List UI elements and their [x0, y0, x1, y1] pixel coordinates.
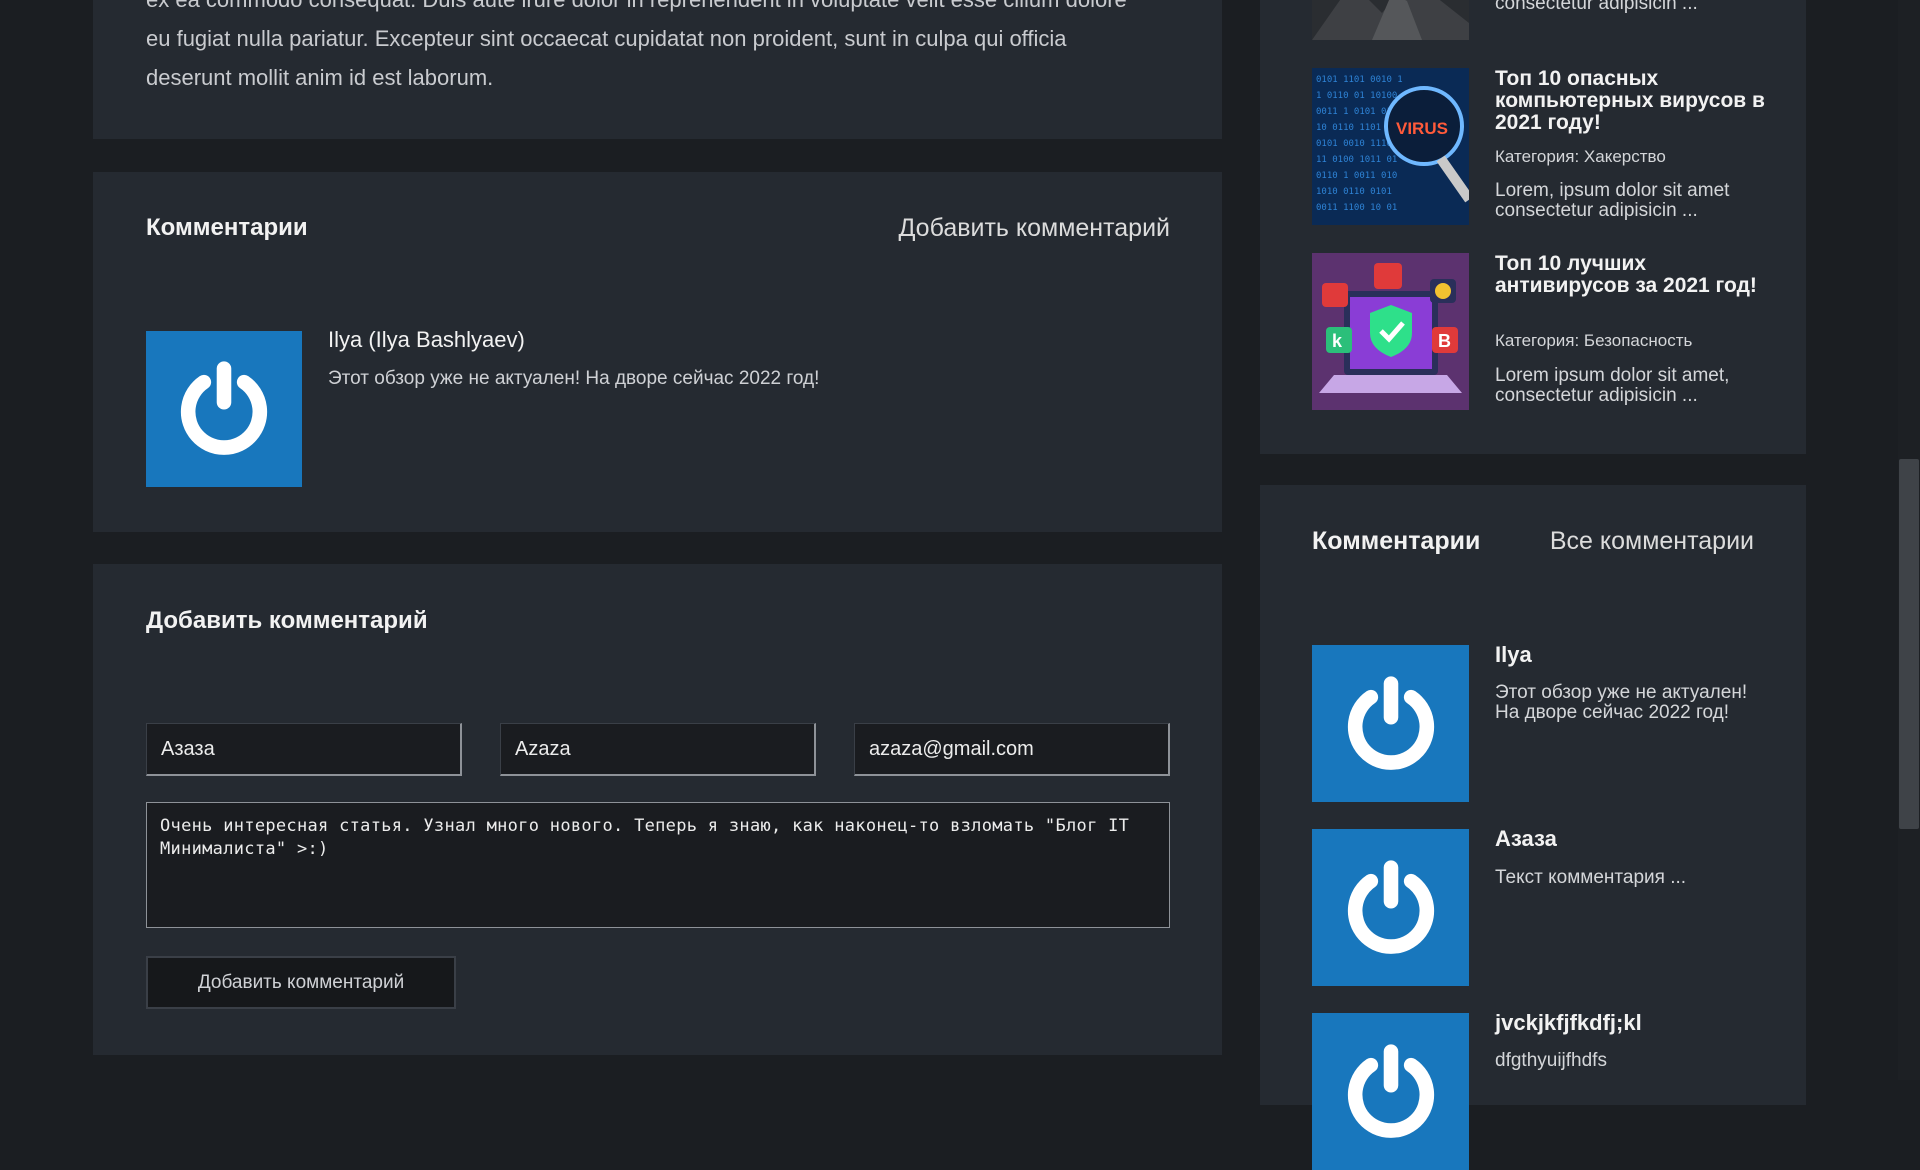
svg-text:0101 0010 1110: 0101 0010 1110	[1316, 139, 1392, 149]
post-excerpt: consectetur adipisicin ...	[1495, 0, 1698, 14]
comment-text: Этот обзор уже не актуален! На дворе сей…	[328, 368, 820, 389]
page-scrollbar-thumb[interactable]	[1899, 459, 1919, 829]
svg-text:B: B	[1438, 331, 1451, 351]
svg-text:1 0110 01 10100: 1 0110 01 10100	[1316, 91, 1397, 101]
article-text-line: ex ea commodo consequat. Duis aute irure…	[146, 0, 1146, 19]
svg-text:0011 1100 10 01: 0011 1100 10 01	[1316, 203, 1397, 213]
login-field[interactable]	[500, 723, 816, 776]
power-icon	[1347, 1043, 1434, 1138]
sidebar-posts-panel: consectetur adipisicin ... 0101 1101 001…	[1260, 0, 1806, 454]
name-field[interactable]	[146, 723, 462, 776]
antivirus-thumbnail: k B	[1312, 253, 1469, 410]
svg-text:0110 1 0011 010: 0110 1 0011 010	[1316, 171, 1397, 181]
sidebar-comment-text: dfgthyuijfhdfs	[1495, 1050, 1607, 1071]
sidebar-comment-text: Этот обзор уже не актуален! На дворе сей…	[1495, 682, 1748, 723]
svg-text:k: k	[1332, 331, 1343, 351]
all-comments-link[interactable]: Все комментарии	[1550, 527, 1754, 556]
comment-textarea[interactable]: Очень интересная статья. Узнал много нов…	[146, 802, 1170, 928]
article-text: ex ea commodo consequat. Duis aute irure…	[146, 0, 1146, 97]
add-comment-form: Добавить комментарий Очень интересная ст…	[93, 564, 1222, 1055]
post-thumbnail[interactable]: 0101 1101 0010 1 1 0110 01 10100 0011 1 …	[1312, 68, 1469, 225]
article-text-line: eu fugiat nulla pariatur. Excepteur sint…	[146, 26, 1067, 51]
submit-comment-button[interactable]: Добавить комментарий	[146, 956, 456, 1009]
sidebar-comment-text: Текст комментария ...	[1495, 867, 1687, 888]
sidebar-comments-title: Комментарии	[1312, 527, 1481, 555]
sidebar-comment-author[interactable]: Азаза	[1495, 826, 1557, 852]
avatar	[146, 331, 302, 487]
article-body-panel: ex ea commodo consequat. Duis aute irure…	[93, 0, 1222, 139]
svg-text:1010 0110 0101: 1010 0110 0101	[1316, 187, 1392, 197]
form-title: Добавить комментарий	[146, 607, 428, 634]
power-icon	[180, 361, 268, 455]
virus-label: VIRUS	[1396, 119, 1448, 138]
power-icon	[1347, 859, 1434, 954]
add-comment-link[interactable]: Добавить комментарий	[898, 214, 1170, 243]
post-title[interactable]: Топ 10 опасных компьютерных вирусов в 20…	[1495, 68, 1765, 134]
post-category: Категория: Безопасность	[1495, 331, 1693, 350]
svg-text:0101 1101 0010 1: 0101 1101 0010 1	[1316, 75, 1403, 85]
svg-text:11 0100 1011 01: 11 0100 1011 01	[1316, 155, 1397, 165]
sidebar-comment-author[interactable]: Ilya	[1495, 642, 1532, 668]
comment-author[interactable]: Ilya (Ilya Bashlyaev)	[328, 327, 525, 353]
avatar	[1312, 645, 1469, 802]
post-title[interactable]: Топ 10 лучших антивирусов за 2021 год!	[1495, 253, 1765, 297]
email-field[interactable]	[854, 723, 1170, 776]
post-excerpt: Lorem, ipsum dolor sit amet consectetur …	[1495, 180, 1730, 221]
sidebar-comments-panel: Комментарии Все комментарии Ilya Этот об…	[1260, 485, 1806, 1170]
post-category: Категория: Хакерство	[1495, 147, 1666, 166]
post-thumbnail[interactable]	[1312, 0, 1469, 40]
avatar	[1312, 829, 1469, 986]
comments-panel: Комментарии Добавить комментарий Ilya (I…	[93, 172, 1222, 532]
post-excerpt: Lorem ipsum dolor sit amet, consectetur …	[1495, 365, 1730, 406]
post-thumbnail[interactable]: k B	[1312, 253, 1469, 410]
article-text-line: deserunt mollit anim id est laborum.	[146, 65, 494, 90]
post-image	[1312, 0, 1469, 40]
comments-title: Комментарии	[146, 214, 308, 241]
sidebar-comment-author[interactable]: jvckjkfjfkdfj;kl	[1495, 1010, 1642, 1036]
virus-thumbnail: 0101 1101 0010 1 1 0110 01 10100 0011 1 …	[1312, 68, 1469, 225]
avatar	[1312, 1013, 1469, 1170]
power-icon	[1347, 675, 1434, 770]
svg-text:0011 1 0101 011: 0011 1 0101 011	[1316, 107, 1397, 117]
